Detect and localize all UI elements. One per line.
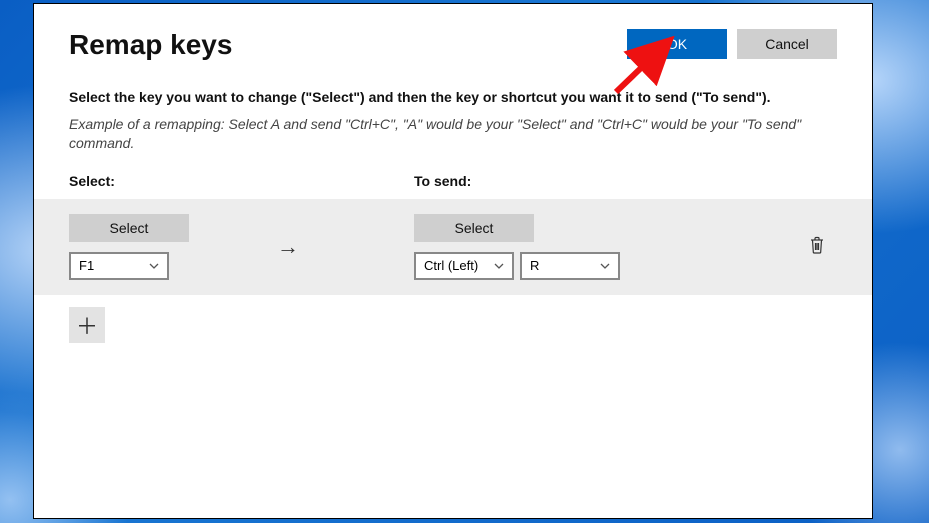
tosend-column-label: To send: <box>414 173 471 189</box>
example-text: Example of a remapping: Select A and sen… <box>69 115 837 153</box>
source-section: Select F1 <box>69 214 269 280</box>
dest-key2-dropdown[interactable]: R <box>520 252 620 280</box>
dest-key1-dropdown[interactable]: Ctrl (Left) <box>414 252 514 280</box>
chevron-down-icon <box>494 260 504 272</box>
instructions-text: Select the key you want to change ("Sele… <box>69 89 837 105</box>
dest-section: Select Ctrl (Left) R <box>414 214 797 280</box>
header-buttons: OK Cancel <box>627 29 837 59</box>
plus-icon: ＋ <box>76 309 98 341</box>
dialog-header: Remap keys OK Cancel <box>69 29 837 61</box>
dest-select-button[interactable]: Select <box>414 214 534 242</box>
column-headers: Select: To send: <box>69 173 837 191</box>
source-key-dropdown[interactable]: F1 <box>69 252 169 280</box>
add-mapping-button[interactable]: ＋ <box>69 307 105 343</box>
page-title: Remap keys <box>69 29 232 61</box>
delete-mapping-button[interactable] <box>805 235 829 259</box>
remap-keys-dialog: Remap keys OK Cancel Select the key you … <box>33 3 873 519</box>
source-select-button[interactable]: Select <box>69 214 189 242</box>
trash-icon <box>809 236 825 257</box>
ok-button[interactable]: OK <box>627 29 727 59</box>
source-key-value: F1 <box>79 258 94 273</box>
dest-key1-value: Ctrl (Left) <box>424 258 478 273</box>
cancel-button[interactable]: Cancel <box>737 29 837 59</box>
chevron-down-icon <box>149 260 159 272</box>
dest-key2-value: R <box>530 258 539 273</box>
select-column-label: Select: <box>69 173 115 189</box>
arrow-icon: → <box>269 234 414 260</box>
mapping-row: Select F1 → Select Ctrl (Left) <box>34 199 872 295</box>
chevron-down-icon <box>600 260 610 272</box>
